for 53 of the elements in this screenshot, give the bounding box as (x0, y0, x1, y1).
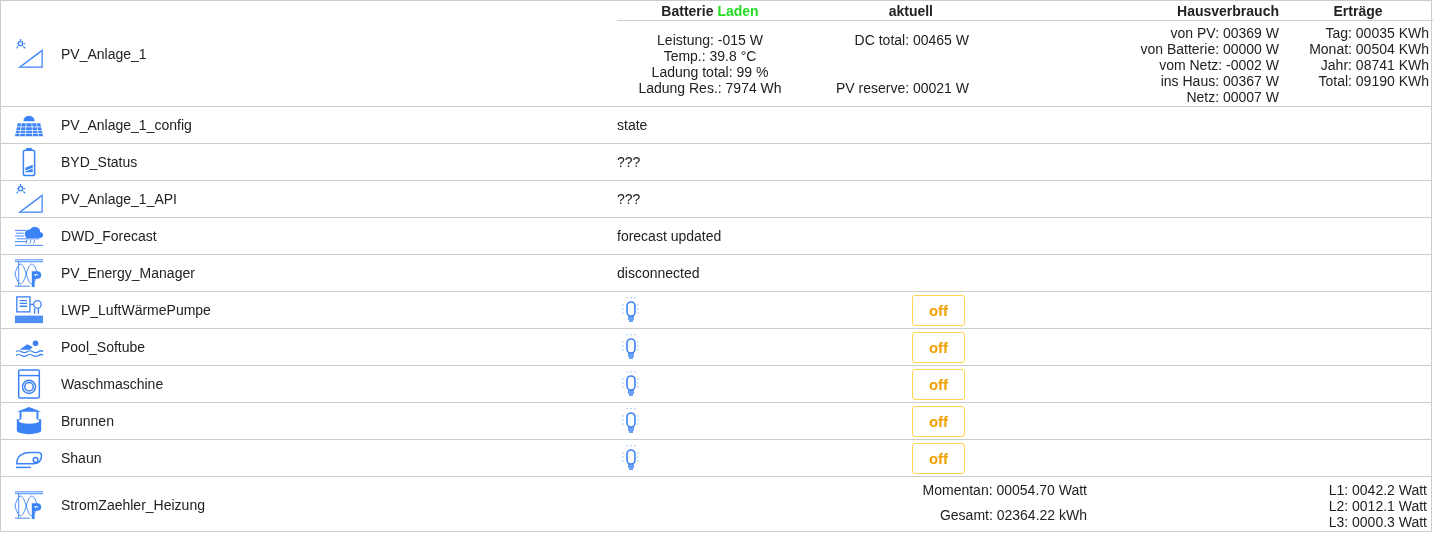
device-name: Brunnen (61, 413, 114, 429)
toggle-button[interactable]: off (912, 294, 965, 326)
column-header: aktuell (888, 3, 933, 19)
phase-reading: L2: 0012.1 Watt (1328, 498, 1427, 514)
battery-reading: Ladung Res.: 7974 Wh (638, 80, 782, 96)
battery-reading: Ladung total: 99 % (651, 64, 769, 80)
status-text: forecast updated (617, 228, 722, 244)
consumption-reading: von Batterie: 00000 W (1140, 41, 1279, 57)
consumption-reading: Netz: 00007 W (1186, 89, 1279, 105)
solar-panel-icon (14, 184, 44, 214)
power-reading: Momentan: 00054.70 Watt (922, 482, 1087, 498)
device-name: DWD_Forecast (61, 228, 157, 244)
device-name: Waschmaschine (61, 376, 164, 392)
column-header: Erträge (1333, 3, 1383, 19)
toggle-button[interactable]: off (912, 331, 965, 363)
device-name: PV_Anlage_1 (61, 45, 147, 62)
battery-reading: Leistung: -015 W (657, 32, 763, 48)
toggle-button[interactable]: off (912, 368, 965, 400)
column-header: Hausverbrauch (1177, 3, 1279, 19)
device-name: LWP_LuftWärmePumpe (61, 302, 211, 318)
heat-pump-icon (14, 295, 44, 325)
status-text: state (617, 117, 648, 133)
consumption-reading: von PV: 00369 W (1170, 25, 1279, 41)
toggle-button[interactable]: off (912, 405, 965, 437)
device-name: PV_Anlage_1_API (61, 191, 177, 207)
consumption-reading: vom Netz: -0002 W (1159, 57, 1279, 73)
pv-reserve-reading: PV reserve: 00021 W (835, 80, 969, 96)
yield-reading: Monat: 00504 KWh (1309, 41, 1429, 57)
yield-reading: Total: 09190 KWh (1318, 73, 1429, 89)
status-text: ??? (617, 154, 641, 170)
sine-wave-icon (14, 490, 44, 520)
yield-reading: Jahr: 08741 KWh (1320, 57, 1429, 73)
column-header: Batterie (661, 3, 714, 19)
status-text: disconnected (617, 265, 700, 281)
dc-total-reading: DC total: 00465 W (854, 32, 969, 48)
device-name: Shaun (61, 450, 102, 466)
energy-total-reading: Gesamt: 02364.22 kWh (939, 507, 1087, 523)
phase-reading: L1: 0042.2 Watt (1328, 482, 1427, 498)
sine-wave-icon (14, 258, 44, 288)
device-name: PV_Energy_Manager (61, 265, 195, 281)
consumption-reading: ins Haus: 00367 W (1160, 73, 1279, 89)
toggle-button[interactable]: off (912, 442, 965, 474)
device-name: BYD_Status (61, 154, 138, 170)
solar-panel-icon (14, 38, 44, 69)
phase-reading: L3: 0000.3 Watt (1328, 514, 1427, 530)
device-name: StromZaehler_Heizung (61, 497, 205, 513)
well-icon (14, 406, 44, 436)
status-text: ??? (617, 191, 641, 207)
battery-state: Laden (717, 3, 759, 19)
yield-reading: Tag: 00035 KWh (1325, 25, 1429, 41)
battery-reading: Temp.: 39.8 °C (663, 48, 757, 64)
device-name: PV_Anlage_1_config (61, 117, 192, 133)
device-name: Pool_Softube (61, 339, 146, 355)
